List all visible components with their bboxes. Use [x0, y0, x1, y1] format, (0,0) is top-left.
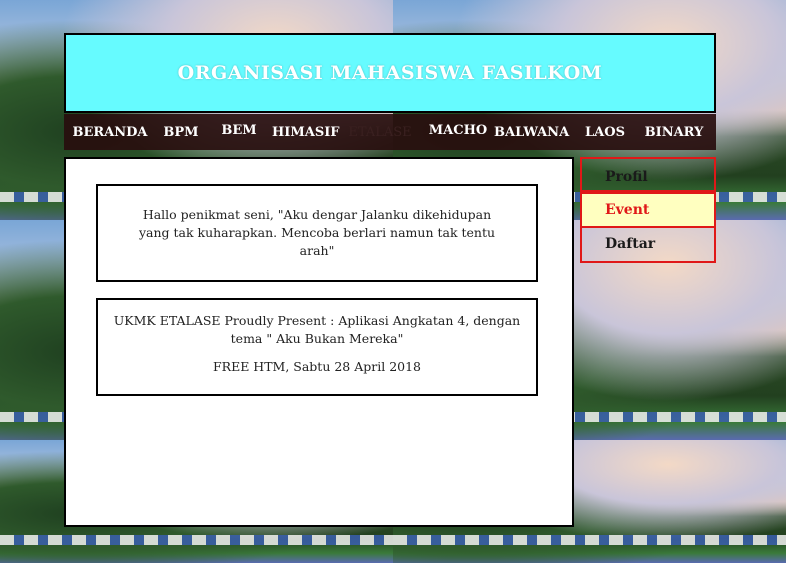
event-description: UKMK ETALASE Proudly Present : Aplikasi …	[113, 313, 521, 346]
nav-item-binary[interactable]: BINARY	[642, 114, 706, 150]
nav-item-bpm[interactable]: BPM	[156, 114, 206, 150]
nav-item-bem[interactable]: BEM	[206, 114, 272, 150]
nav-item-laos[interactable]: LAOS	[568, 114, 642, 150]
nav-item-balwana[interactable]: BALWANA	[494, 114, 569, 150]
nav-item-beranda[interactable]: BERANDA	[64, 114, 156, 150]
event-date: FREE HTM, Sabtu 28 April 2018	[212, 359, 422, 374]
main-nav: BERANDA BPM BEM HIMASIF ETALASE MACHO BA…	[64, 114, 716, 150]
site-title: ORGANISASI MAHASISWA FASILKOM	[177, 62, 603, 84]
sidebar-item-event[interactable]: Event	[580, 192, 716, 228]
greeting-box: Hallo penikmat seni, "Aku dengar Jalanku…	[96, 184, 538, 282]
site-header: ORGANISASI MAHASISWA FASILKOM	[64, 33, 716, 113]
sidebar-menu: Profil Event Daftar	[580, 157, 716, 263]
main-content: Hallo penikmat seni, "Aku dengar Jalanku…	[64, 157, 574, 527]
nav-item-macho[interactable]: MACHO	[422, 114, 494, 150]
nav-item-etalase[interactable]: ETALASE	[338, 114, 422, 150]
greeting-text: Hallo penikmat seni, "Aku dengar Jalanku…	[138, 207, 496, 258]
event-announcement-box: UKMK ETALASE Proudly Present : Aplikasi …	[96, 298, 538, 396]
nav-item-himasif[interactable]: HIMASIF	[272, 114, 340, 150]
sidebar-item-daftar[interactable]: Daftar	[580, 228, 716, 263]
sidebar-item-profil[interactable]: Profil	[580, 157, 716, 192]
